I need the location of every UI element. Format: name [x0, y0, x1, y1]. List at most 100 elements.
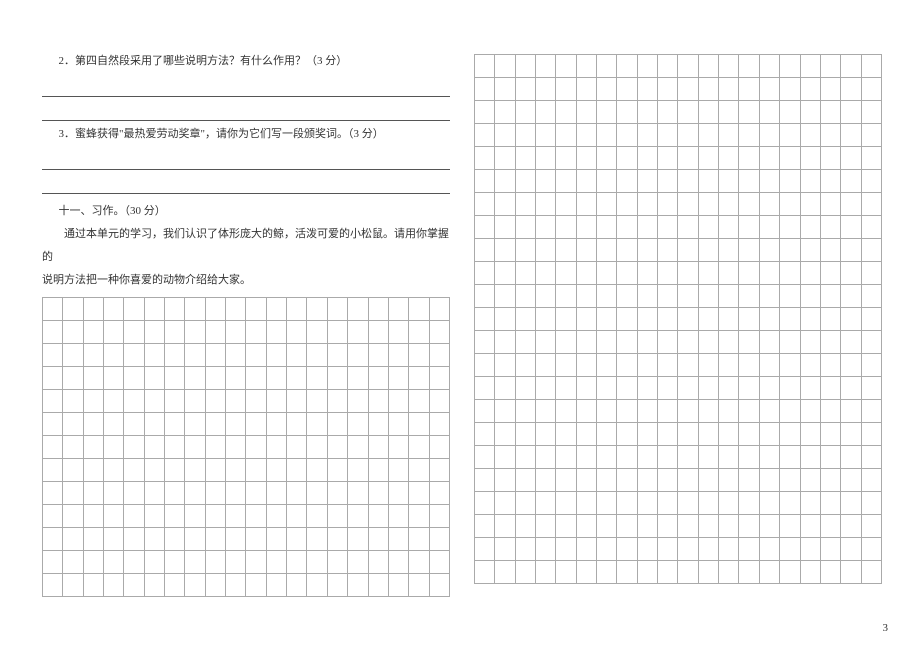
grid-cell[interactable]: [474, 376, 495, 400]
grid-cell[interactable]: [83, 573, 104, 597]
grid-cell[interactable]: [184, 550, 205, 574]
grid-cell[interactable]: [144, 412, 165, 436]
grid-cell[interactable]: [535, 537, 556, 561]
grid-cell[interactable]: [779, 192, 800, 216]
grid-cell[interactable]: [616, 169, 637, 193]
grid-cell[interactable]: [368, 435, 389, 459]
grid-cell[interactable]: [225, 412, 246, 436]
grid-cell[interactable]: [515, 146, 536, 170]
grid-cell[interactable]: [225, 550, 246, 574]
grid-cell[interactable]: [759, 537, 780, 561]
grid-cell[interactable]: [83, 504, 104, 528]
grid-cell[interactable]: [800, 284, 821, 308]
grid-cell[interactable]: [657, 261, 678, 285]
grid-cell[interactable]: [596, 284, 617, 308]
grid-cell[interactable]: [759, 376, 780, 400]
grid-cell[interactable]: [840, 445, 861, 469]
grid-cell[interactable]: [144, 458, 165, 482]
grid-cell[interactable]: [820, 238, 841, 262]
grid-cell[interactable]: [759, 123, 780, 147]
grid-cell[interactable]: [515, 192, 536, 216]
grid-cell[interactable]: [657, 399, 678, 423]
grid-cell[interactable]: [698, 468, 719, 492]
grid-cell[interactable]: [698, 54, 719, 78]
grid-cell[interactable]: [800, 307, 821, 331]
grid-cell[interactable]: [800, 399, 821, 423]
grid-cell[interactable]: [759, 560, 780, 584]
grid-cell[interactable]: [718, 514, 739, 538]
grid-cell[interactable]: [184, 343, 205, 367]
grid-cell[interactable]: [779, 169, 800, 193]
grid-cell[interactable]: [144, 573, 165, 597]
grid-cell[interactable]: [820, 514, 841, 538]
grid-cell[interactable]: [429, 412, 450, 436]
grid-cell[interactable]: [861, 261, 882, 285]
grid-cell[interactable]: [555, 399, 576, 423]
grid-cell[interactable]: [738, 445, 759, 469]
grid-cell[interactable]: [245, 389, 266, 413]
grid-cell[interactable]: [429, 481, 450, 505]
grid-cell[interactable]: [616, 284, 637, 308]
grid-cell[interactable]: [164, 343, 185, 367]
grid-cell[interactable]: [306, 343, 327, 367]
grid-cell[interactable]: [42, 504, 63, 528]
grid-cell[interactable]: [555, 261, 576, 285]
grid-cell[interactable]: [286, 458, 307, 482]
grid-cell[interactable]: [515, 537, 536, 561]
grid-cell[interactable]: [535, 330, 556, 354]
grid-cell[interactable]: [657, 353, 678, 377]
grid-cell[interactable]: [515, 284, 536, 308]
grid-cell[interactable]: [779, 307, 800, 331]
grid-cell[interactable]: [616, 238, 637, 262]
grid-cell[interactable]: [103, 458, 124, 482]
grid-cell[interactable]: [616, 399, 637, 423]
grid-cell[interactable]: [861, 100, 882, 124]
grid-cell[interactable]: [759, 54, 780, 78]
grid-cell[interactable]: [408, 389, 429, 413]
grid-cell[interactable]: [596, 192, 617, 216]
grid-cell[interactable]: [266, 527, 287, 551]
grid-cell[interactable]: [327, 435, 348, 459]
grid-cell[interactable]: [596, 514, 617, 538]
grid-cell[interactable]: [368, 573, 389, 597]
grid-cell[interactable]: [408, 458, 429, 482]
grid-cell[interactable]: [368, 527, 389, 551]
grid-cell[interactable]: [42, 573, 63, 597]
grid-cell[interactable]: [637, 215, 658, 239]
grid-cell[interactable]: [103, 320, 124, 344]
grid-cell[interactable]: [494, 169, 515, 193]
grid-cell[interactable]: [535, 514, 556, 538]
grid-cell[interactable]: [123, 435, 144, 459]
grid-cell[interactable]: [368, 320, 389, 344]
grid-cell[interactable]: [184, 297, 205, 321]
grid-cell[interactable]: [205, 504, 226, 528]
grid-cell[interactable]: [820, 100, 841, 124]
grid-cell[interactable]: [368, 389, 389, 413]
grid-cell[interactable]: [840, 77, 861, 101]
grid-cell[interactable]: [83, 366, 104, 390]
grid-cell[interactable]: [576, 422, 597, 446]
grid-cell[interactable]: [677, 422, 698, 446]
grid-cell[interactable]: [515, 422, 536, 446]
grid-cell[interactable]: [779, 445, 800, 469]
grid-cell[interactable]: [861, 238, 882, 262]
grid-cell[interactable]: [779, 491, 800, 515]
grid-cell[interactable]: [616, 560, 637, 584]
grid-cell[interactable]: [657, 238, 678, 262]
grid-cell[interactable]: [515, 514, 536, 538]
grid-cell[interactable]: [388, 550, 409, 574]
grid-cell[interactable]: [596, 215, 617, 239]
grid-cell[interactable]: [698, 376, 719, 400]
grid-cell[interactable]: [698, 169, 719, 193]
answer-line[interactable]: [42, 99, 450, 121]
grid-cell[interactable]: [800, 192, 821, 216]
grid-cell[interactable]: [474, 261, 495, 285]
grid-cell[interactable]: [83, 550, 104, 574]
grid-cell[interactable]: [494, 491, 515, 515]
grid-cell[interactable]: [408, 573, 429, 597]
grid-cell[interactable]: [535, 399, 556, 423]
grid-cell[interactable]: [535, 491, 556, 515]
grid-cell[interactable]: [637, 422, 658, 446]
grid-cell[interactable]: [123, 320, 144, 344]
grid-cell[interactable]: [164, 297, 185, 321]
